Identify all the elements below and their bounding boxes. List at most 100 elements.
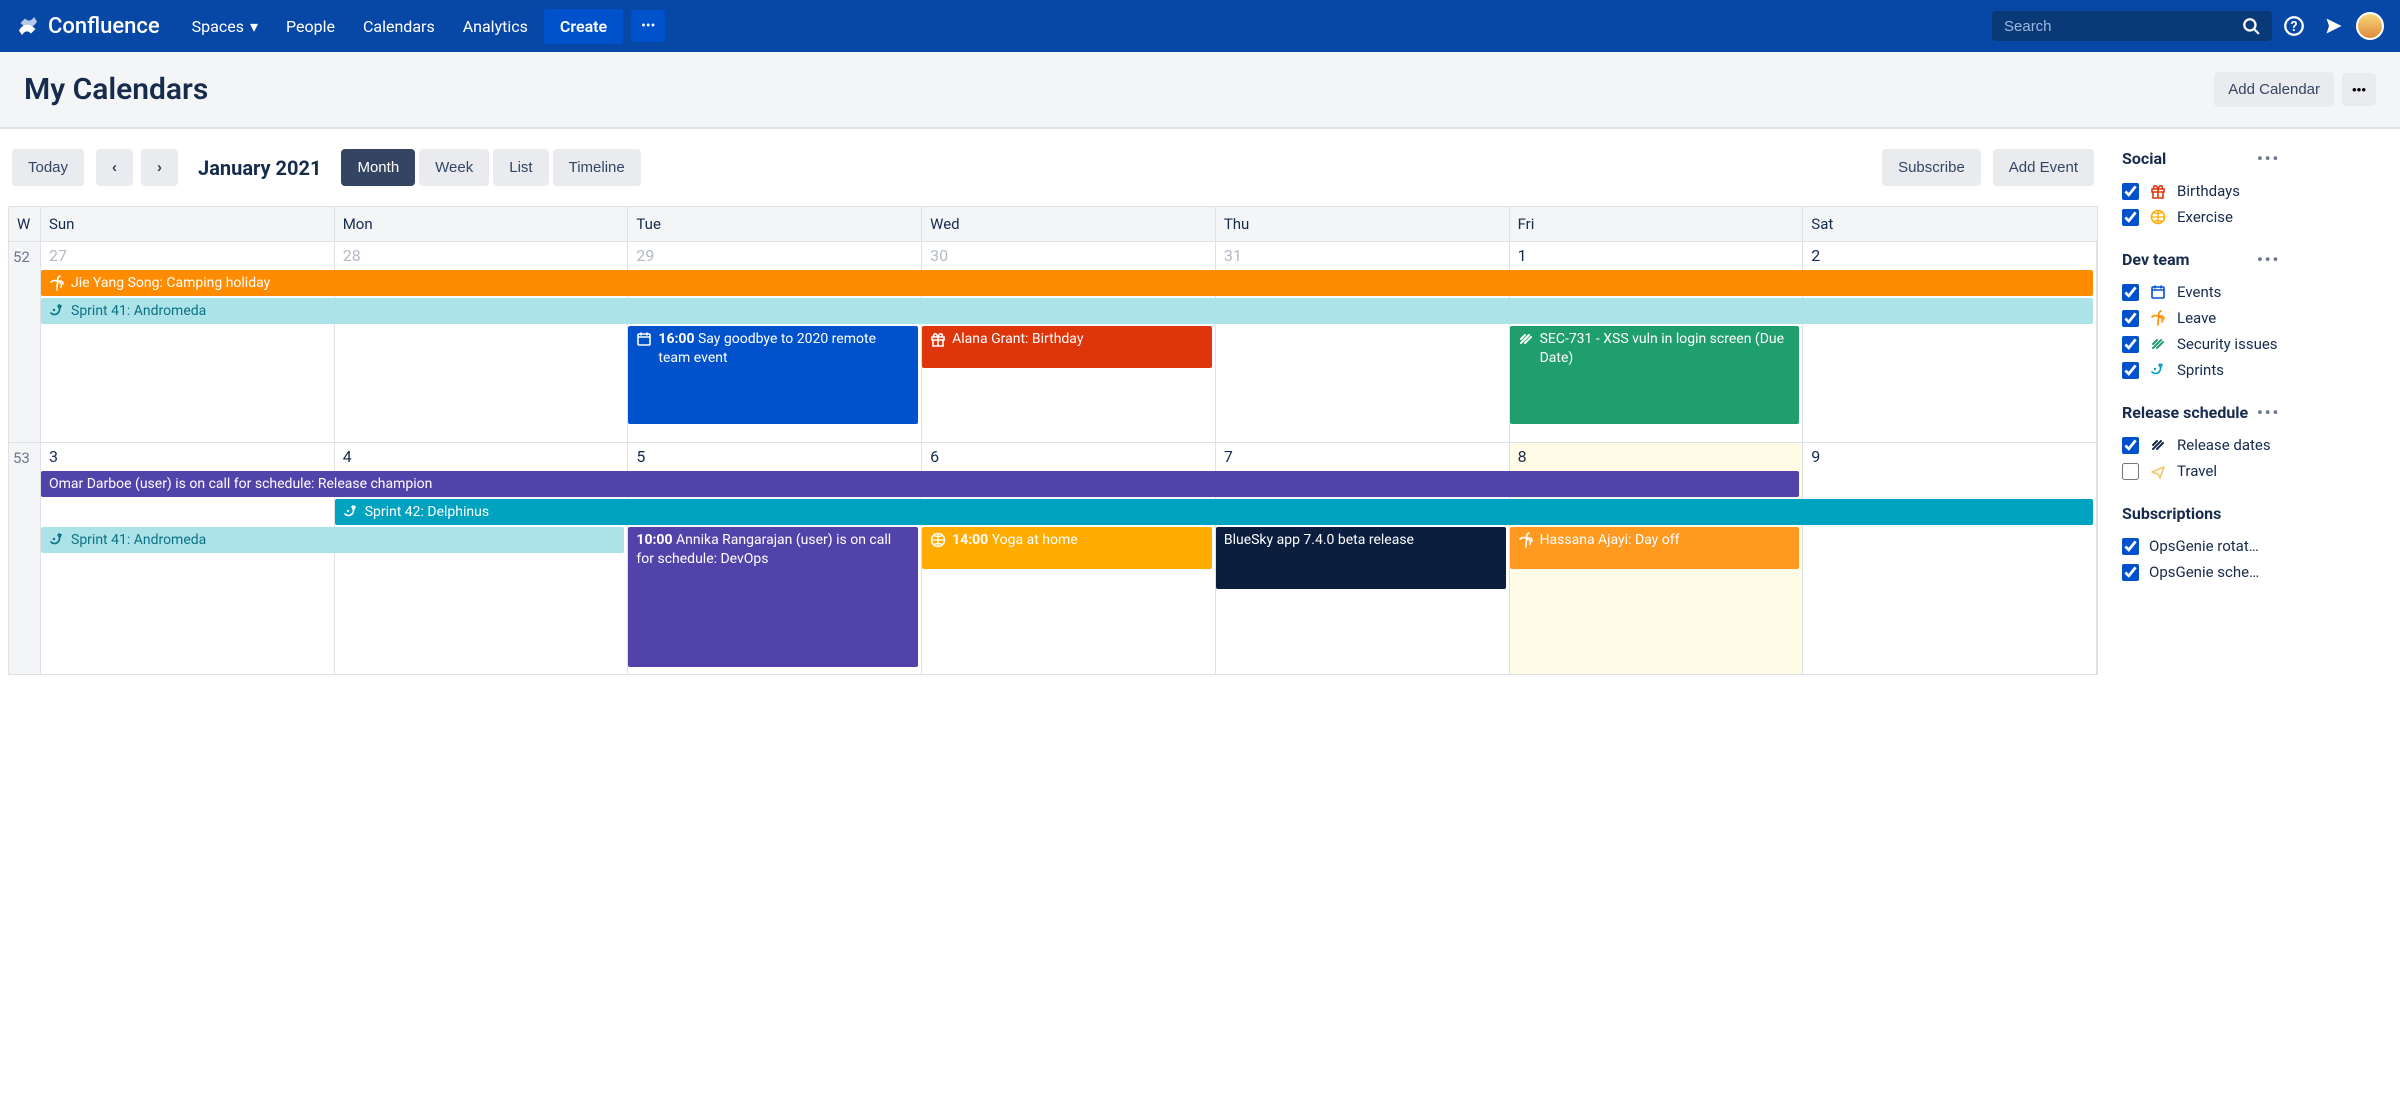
nav-more-button[interactable]: •••	[631, 10, 665, 42]
day-header: Fri	[1510, 207, 1804, 241]
calendar-toggle-checkbox[interactable]	[2122, 362, 2139, 379]
day-number: 1	[1510, 242, 1803, 269]
page-title: My Calendars	[24, 72, 2214, 107]
day-number: 4	[335, 443, 628, 470]
view-tab-month[interactable]: Month	[341, 149, 415, 186]
ball-icon	[930, 532, 946, 548]
calendar-toolbar: Today ‹ › January 2021 MonthWeekListTime…	[8, 149, 2098, 186]
calendar-toggle-checkbox[interactable]	[2122, 336, 2139, 353]
sidebar-item[interactable]: Security issues	[2122, 331, 2392, 357]
day-cell[interactable]: 9	[1803, 443, 2097, 674]
day-number: 30	[922, 242, 1215, 269]
sidebar-item[interactable]: Birthdays	[2122, 178, 2392, 204]
sec-icon	[2149, 336, 2167, 352]
sec-icon	[2149, 437, 2167, 453]
cal-icon	[2149, 284, 2167, 300]
calendar-toggle-checkbox[interactable]	[2122, 284, 2139, 301]
header-more-button[interactable]: •••	[2342, 73, 2376, 106]
nav-people[interactable]: People	[274, 9, 347, 44]
sidebar-group-more[interactable]: •••	[2257, 403, 2392, 422]
calendar-event[interactable]: Jie Yang Song: Camping holiday	[41, 270, 2093, 296]
help-icon[interactable]: ?	[2276, 8, 2312, 44]
subscribe-button[interactable]: Subscribe	[1882, 149, 1981, 186]
day-header: Sat	[1803, 207, 2097, 241]
calendar-toggle-checkbox[interactable]	[2122, 183, 2139, 200]
notifications-icon[interactable]	[2316, 8, 2352, 44]
view-tab-list[interactable]: List	[493, 149, 548, 186]
calendar-event[interactable]: Sprint 41: Andromeda	[41, 527, 624, 553]
palm-icon	[2149, 310, 2167, 326]
nav-analytics[interactable]: Analytics	[451, 9, 540, 44]
calendar-row: 52272829303112Jie Yang Song: Camping hol…	[9, 242, 2097, 443]
sidebar-item[interactable]: Release dates	[2122, 432, 2392, 458]
day-number: 5	[628, 443, 921, 470]
calendar-toggle-checkbox[interactable]	[2122, 437, 2139, 454]
search-box[interactable]	[1992, 11, 2272, 41]
calendar-event[interactable]: Hassana Ajayi: Day off	[1510, 527, 1800, 569]
chevron-down-icon: ▾	[250, 17, 258, 36]
sidebar-item[interactable]: OpsGenie sche…	[2122, 559, 2392, 585]
day-number: 28	[335, 242, 628, 269]
calendar-toggle-checkbox[interactable]	[2122, 209, 2139, 226]
sidebar-item[interactable]: Exercise	[2122, 204, 2392, 230]
day-number: 9	[1803, 443, 2096, 470]
week-number: 52	[9, 242, 41, 442]
sidebar-group: Release schedule•••Release datesTravel	[2122, 403, 2392, 484]
calendar-toggle-checkbox[interactable]	[2122, 463, 2139, 480]
calendar-toggle-checkbox[interactable]	[2122, 564, 2139, 581]
nav-spaces[interactable]: Spaces ▾	[180, 9, 270, 44]
next-button[interactable]: ›	[141, 149, 178, 186]
sidebar-group-more[interactable]: •••	[2257, 149, 2392, 168]
calendar-event[interactable]: Sprint 42: Delphinus	[335, 499, 2093, 525]
calendar-event[interactable]: 16:00 Say goodbye to 2020 remote team ev…	[628, 326, 918, 424]
sidebar-group: SubscriptionsOpsGenie rotat…OpsGenie sch…	[2122, 504, 2392, 585]
nav-calendars[interactable]: Calendars	[351, 9, 447, 44]
day-number: 2	[1803, 242, 2096, 269]
sidebar-item-label: Release dates	[2177, 436, 2271, 454]
sec-icon	[1518, 331, 1534, 347]
calendar-event[interactable]: SEC-731 - XSS vuln in login screen (Due …	[1510, 326, 1800, 424]
sidebar-item[interactable]: Leave	[2122, 305, 2392, 331]
add-event-button[interactable]: Add Event	[1993, 149, 2094, 186]
calendar-event[interactable]: 10:00 Annika Rangarajan (user) is on cal…	[628, 527, 918, 667]
sprint-icon	[49, 532, 65, 548]
create-button[interactable]: Create	[544, 9, 623, 44]
day-number: 3	[41, 443, 334, 470]
view-tab-timeline[interactable]: Timeline	[553, 149, 641, 186]
calendar-event[interactable]: Sprint 41: Andromeda	[41, 298, 2093, 324]
user-avatar[interactable]	[2356, 12, 2384, 40]
sidebar-item-label: Exercise	[2177, 208, 2233, 226]
sidebar-item[interactable]: OpsGenie rotat…	[2122, 533, 2392, 559]
gift-icon	[930, 331, 946, 347]
sprint-icon	[49, 303, 65, 319]
day-number: 29	[628, 242, 921, 269]
view-tab-week[interactable]: Week	[419, 149, 489, 186]
sidebar-item-label: Travel	[2177, 462, 2217, 480]
sidebar-item[interactable]: Events	[2122, 279, 2392, 305]
add-calendar-button[interactable]: Add Calendar	[2214, 72, 2334, 107]
sidebar-item-label: OpsGenie sche…	[2149, 563, 2259, 581]
calendar-event[interactable]: Omar Darboe (user) is on call for schedu…	[41, 471, 1799, 497]
gift-icon	[2150, 183, 2166, 199]
calendar-event[interactable]: Alana Grant: Birthday	[922, 326, 1212, 368]
view-tabs: MonthWeekListTimeline	[341, 149, 644, 186]
gift-icon	[2149, 183, 2167, 199]
svg-text:?: ?	[2291, 19, 2298, 35]
today-button[interactable]: Today	[12, 149, 84, 186]
sidebar-item-label: Leave	[2177, 309, 2216, 327]
search-input[interactable]	[2004, 18, 2234, 35]
calendar-toggle-checkbox[interactable]	[2122, 538, 2139, 555]
sidebar-item[interactable]: Travel	[2122, 458, 2392, 484]
confluence-logo[interactable]: Confluence	[16, 14, 160, 39]
week-header: W	[9, 207, 41, 241]
calendar-grid: WSunMonTueWedThuFriSat 52272829303112Jie…	[8, 206, 2098, 675]
week-number: 53	[9, 443, 41, 674]
calendar-event[interactable]: 14:00 Yoga at home	[922, 527, 1212, 569]
sec-icon	[2150, 336, 2166, 352]
sidebar-group-more[interactable]: •••	[2257, 250, 2392, 269]
calendar-toggle-checkbox[interactable]	[2122, 310, 2139, 327]
sidebar-item[interactable]: Sprints	[2122, 357, 2392, 383]
calendar-event[interactable]: BlueSky app 7.4.0 beta release	[1216, 527, 1506, 589]
prev-button[interactable]: ‹	[96, 149, 133, 186]
sprint-icon	[2149, 362, 2167, 378]
